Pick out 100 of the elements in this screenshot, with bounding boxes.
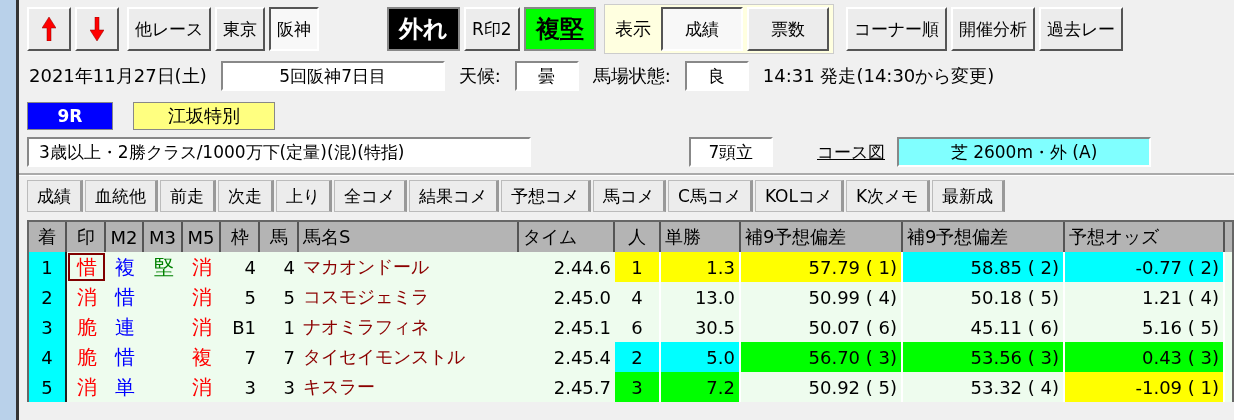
tab[interactable]: 最新成 [932,180,1006,212]
deviation-cell: 56.70 ( 3) [741,342,903,372]
course-field: 芝 2600m・外 (A) [897,137,1151,167]
number-cell-text: 4 [282,255,296,280]
mark-cell-text: 消 [75,373,98,401]
popularity-cell: 1 [615,252,661,282]
column-header: 補9予想偏差 [903,222,1065,252]
mark-button[interactable]: R印2 [464,7,520,51]
tab[interactable]: 前走 [160,180,216,212]
time-cell-text: 2.45.0 [552,285,612,310]
meeting-field: 5回阪神7日目 [220,61,445,91]
column-header: 印 [67,222,106,252]
mark-cell-text: 複 [114,253,136,281]
mark-cell-text: 脆 [75,313,98,341]
column-header: 馬名S [299,222,519,252]
mark-cell-text: 脆 [75,343,98,371]
forecast-odds-cell: 0.43 ( 3) [1065,342,1225,372]
tool-button[interactable]: コーナー順 [845,7,947,51]
result-badge: 外れ [387,7,460,51]
display-option-button[interactable]: 票数 [746,7,829,51]
tab[interactable]: 全コメ [334,180,407,212]
tool-button[interactable]: 過去レー [1038,7,1123,51]
frame-cell-text: B1 [231,315,257,340]
forecast-odds-cell: 1.21 ( 4) [1065,282,1225,312]
rank-cell: 5 [29,372,67,402]
verdict-badge: 複堅 [523,7,596,51]
column-header: 予想オッズ [1065,222,1225,252]
mark-cell-text: 消 [75,283,98,311]
mark-cell-text: 消 [191,283,213,311]
deviation-cell: 53.56 ( 3) [903,342,1065,372]
course-map-link[interactable]: コース図 [817,140,885,164]
horse-name-cell-text: マカオンドール [302,255,430,279]
mark-cell-text: 消 [191,313,213,341]
horse-name-cell-text: コスモジェミラ [302,285,430,309]
tool-button[interactable]: 開催分析 [950,7,1035,51]
frame-cell-text: 5 [243,285,257,310]
odds-cell: 13.0 [661,282,741,312]
time-cell-text: 2.44.6 [552,255,612,280]
deviation-cell: 50.18 ( 5) [903,282,1065,312]
tab[interactable]: 上り [276,180,332,212]
frame-cell-text: 7 [243,345,257,370]
number-cell-text: 3 [282,375,296,400]
down-arrow-icon [90,17,104,41]
start-time: 14:31 発走(14:30から変更) [762,64,995,88]
mark-cell-text: 消 [191,373,213,401]
rank-cell: 2 [29,282,67,312]
tab[interactable]: KOLコメ [754,180,844,212]
column-header: 枠 [221,222,260,252]
mark-cell-text: 消 [191,253,213,281]
mark-cell-text: 複 [191,343,213,371]
frame-cell-text: 3 [243,375,257,400]
mark-cell-text: 惜 [113,343,136,371]
venue-button[interactable]: 東京 [215,7,265,51]
mark-cell-text: 堅 [152,253,175,281]
tab[interactable]: C馬コメ [668,180,753,212]
tab[interactable]: 馬コメ [593,180,666,212]
header-filler [1225,222,1232,252]
rank-cell: 1 [29,252,67,282]
deviation-cell: 57.79 ( 1) [741,252,903,282]
rank-cell: 4 [29,342,67,372]
race-number: 9R [27,102,113,130]
tab[interactable]: K次メモ [845,180,931,212]
mark-cell-text: 惜 [113,283,136,311]
other-race-button[interactable]: 他レース [127,7,211,51]
column-header: 着 [29,222,67,252]
tab[interactable]: 血統他 [85,180,158,212]
time-cell-text: 2.45.1 [552,315,612,340]
number-cell-text: 7 [282,345,296,370]
weather-field: 曇 [514,61,579,91]
condition-field: 3歳以上・2勝クラス/1000万下(定量)(混)(特指) [27,137,531,167]
tab[interactable]: 次走 [218,180,274,212]
mark-cell: 惜 [67,252,106,282]
horse-name-cell-text: ナオミラフィネ [302,315,430,339]
odds-cell: 7.2 [661,372,741,402]
forecast-odds-cell: -0.77 ( 2) [1065,252,1225,282]
number-cell-text: 1 [282,315,296,340]
popularity-cell: 3 [615,372,661,402]
runners-field: 7頭立 [689,137,773,167]
column-header: 人 [615,222,661,252]
venue-button[interactable]: 阪神 [269,7,319,51]
display-option-button[interactable]: 成績 [660,7,743,51]
time-cell-text: 2.45.7 [552,375,612,400]
tab[interactable]: 結果コメ [409,180,499,212]
popularity-cell: 4 [615,282,661,312]
mark-cell-text: 単 [114,373,136,401]
tab[interactable]: 成績 [27,180,83,212]
deviation-cell: 58.85 ( 2) [903,252,1065,282]
rank-cell: 3 [29,312,67,342]
track-label: 馬場状態: [592,64,671,88]
column-header: タイム [519,222,615,252]
deviation-cell: 50.99 ( 4) [741,282,903,312]
column-header: 馬 [260,222,299,252]
tab[interactable]: 予想コメ [501,180,591,212]
race-name: 江坂特別 [133,102,275,130]
column-header: M3 [144,222,183,252]
up-button[interactable] [27,7,71,51]
popularity-cell: 2 [615,342,661,372]
down-button[interactable] [75,7,119,51]
column-header: M5 [183,222,221,252]
column-header: 補9予想偏差 [741,222,903,252]
